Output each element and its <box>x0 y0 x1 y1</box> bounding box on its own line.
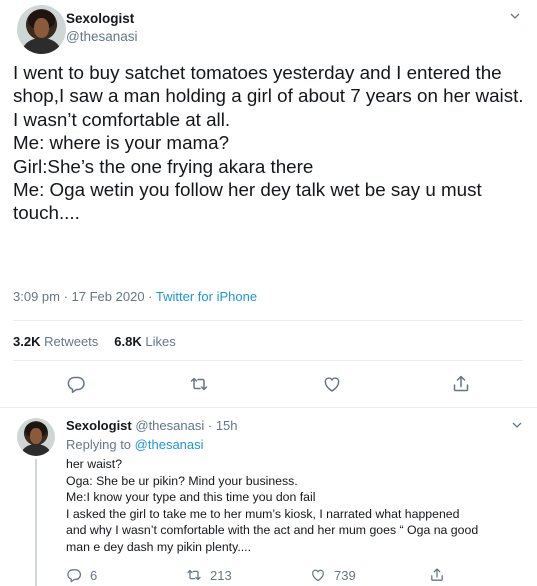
divider <box>0 407 537 408</box>
retweets-count: 3.2K <box>13 334 41 349</box>
divider <box>13 320 523 321</box>
reply-header: Sexologist @thesanasi · 15h <box>66 418 238 433</box>
chevron-down-icon[interactable] <box>510 11 520 21</box>
tweet-source[interactable]: Twitter for iPhone <box>156 289 257 304</box>
reply-actions: 6 213 739 <box>66 567 536 585</box>
tweet-meta: 3:09 pm · 17 Feb 2020 · Twitter for iPho… <box>13 289 257 304</box>
reply-icon[interactable] <box>66 374 86 394</box>
meta-separator: · <box>144 289 156 304</box>
likes-stat[interactable]: 6.8K Likes <box>114 334 175 349</box>
retweets-stat[interactable]: 3.2K Retweets <box>13 334 98 349</box>
header-separator: · <box>207 418 213 433</box>
user-handle[interactable]: @thesanasi <box>66 29 138 44</box>
heart-icon <box>312 569 324 582</box>
share-button[interactable] <box>429 567 445 583</box>
replying-to: Replying to @thesanasi <box>66 437 204 452</box>
like-count: 739 <box>334 567 356 583</box>
replying-prefix: Replying to <box>66 437 132 452</box>
reply-icon <box>67 569 81 583</box>
heart-icon[interactable] <box>322 374 342 394</box>
chevron-down-icon[interactable] <box>512 420 522 430</box>
meta-separator: · <box>59 289 72 304</box>
retweet-icon <box>187 569 201 581</box>
replying-to-link[interactable]: @thesanasi <box>135 437 204 452</box>
tweet-stats: 3.2K Retweets 6.8K Likes <box>13 334 176 349</box>
display-name[interactable]: Sexologist <box>66 11 134 26</box>
share-icon <box>431 568 443 581</box>
display-name[interactable]: Sexologist <box>66 418 132 433</box>
share-icon[interactable] <box>451 374 471 394</box>
tweet-text: her waist? Oga: She be ur pikin? Mind yo… <box>66 457 479 554</box>
retweet-count: 213 <box>210 567 232 583</box>
retweet-button[interactable]: 213 <box>186 567 232 583</box>
user-handle[interactable]: @thesanasi <box>135 418 204 433</box>
tweet-actions <box>0 374 537 398</box>
tweet-time[interactable]: 3:09 pm <box>13 289 60 304</box>
tweet-time[interactable]: 15h <box>216 418 238 433</box>
tweet-text: I went to buy satchet tomatoes yesterday… <box>13 62 524 224</box>
like-button[interactable]: 739 <box>310 567 356 583</box>
likes-count: 6.8K <box>114 334 142 349</box>
retweets-label: Retweets <box>44 334 99 349</box>
tweet-date[interactable]: 17 Feb 2020 <box>72 289 145 304</box>
likes-label: Likes <box>145 334 176 349</box>
divider <box>13 360 523 361</box>
thread-line <box>35 459 37 586</box>
retweet-icon[interactable] <box>189 374 209 394</box>
avatar[interactable] <box>17 418 55 456</box>
avatar[interactable] <box>17 5 66 54</box>
reply-count: 6 <box>90 567 98 583</box>
reply-button[interactable]: 6 <box>66 567 97 583</box>
